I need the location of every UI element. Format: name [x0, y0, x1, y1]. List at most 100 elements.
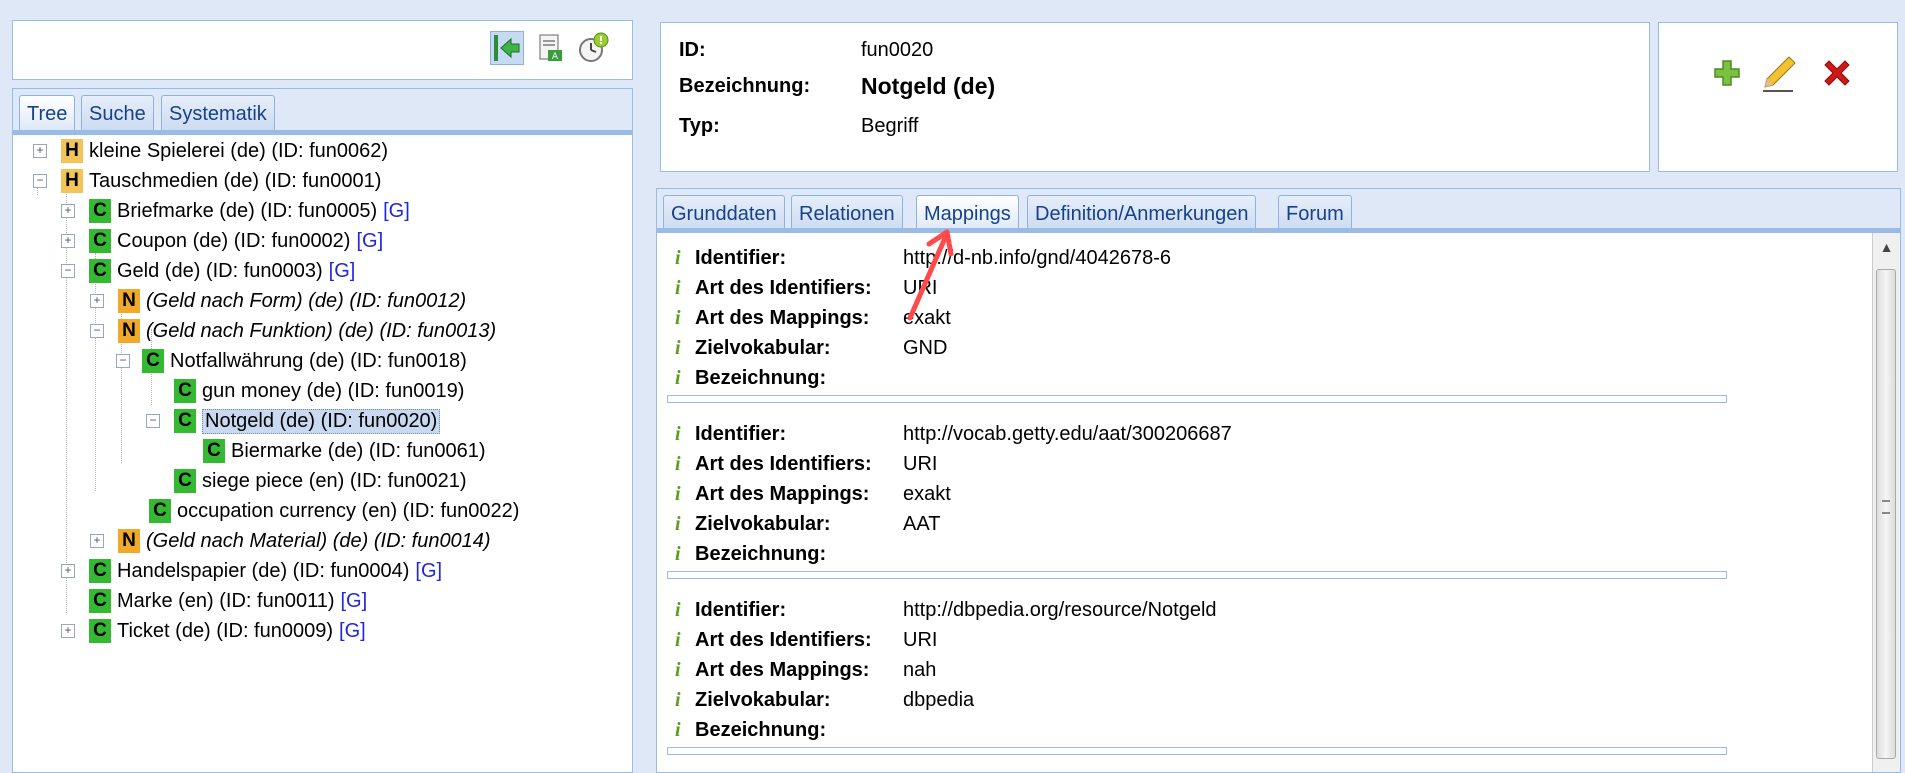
concept-badge-icon: C [174, 379, 196, 403]
vertical-scrollbar[interactable]: ▲ [1872, 233, 1900, 772]
info-icon: i [675, 512, 681, 535]
tree-item[interactable]: C Marke (en) (ID: fun0011) [G] [89, 587, 367, 615]
info-icon: i [675, 452, 681, 475]
mapping-separator [667, 395, 1727, 403]
tree-item[interactable]: − H Tauschmedien (de) (ID: fun0001) [33, 167, 381, 195]
tree-item-label: Handelspapier (de) (ID: fun0004) [117, 559, 410, 582]
expand-icon[interactable]: + [61, 624, 75, 638]
mapping-type-row: i Art des Mappings: nah [675, 658, 937, 681]
scroll-thumb[interactable] [1876, 269, 1896, 759]
edit-button[interactable] [1759, 53, 1799, 93]
delete-button[interactable] [1817, 53, 1857, 93]
mapping-name-row: i Bezeichnung: [675, 366, 827, 389]
info-icon: i [675, 276, 681, 299]
gnd-link[interactable]: [G] [339, 620, 366, 643]
expand-icon[interactable]: + [33, 144, 47, 158]
green-arrow-icon [494, 35, 520, 61]
tree-item-label: Ticket (de) (ID: fun0009) [117, 619, 334, 642]
gnd-link[interactable]: [G] [341, 590, 368, 613]
tree-item[interactable]: − C Notfallwährung (de) (ID: fun0018) [116, 347, 467, 375]
tab-tree[interactable]: Tree [19, 95, 76, 133]
info-icon: i [675, 628, 681, 651]
tree-item-label: (Geld nach Funktion) (de) (ID: fun0013) [146, 319, 497, 342]
concept-badge-icon: C [89, 229, 111, 253]
info-icon: i [675, 658, 681, 681]
gnd-link[interactable]: [G] [383, 200, 410, 223]
tree-item-label: Biermarke (de) (ID: fun0061) [231, 439, 486, 462]
tree-item-label: siege piece (en) (ID: fun0021) [202, 469, 467, 492]
gnd-link[interactable]: [G] [415, 560, 442, 583]
mapping-name-row: i Bezeichnung: [675, 718, 827, 741]
tab-systematik[interactable]: Systematik [161, 95, 275, 133]
collapse-icon[interactable]: − [61, 264, 75, 278]
tree-item[interactable]: + N (Geld nach Form) (de) (ID: fun0012) [90, 287, 466, 315]
collapse-icon[interactable]: − [146, 414, 160, 428]
export-document-button[interactable]: A [533, 31, 567, 65]
concept-badge-icon: C [89, 619, 111, 643]
node-label-badge-icon: N [118, 319, 140, 343]
svg-text:A: A [552, 52, 559, 62]
type-value: Begriff [861, 115, 919, 137]
delete-x-icon [1824, 60, 1850, 86]
tree-item-label: Briefmarke (de) (ID: fun0005) [117, 199, 378, 222]
mapping-identifier-link[interactable]: http://d-nb.info/gnd/4042678-6 [903, 247, 1171, 270]
left-toolbar: A [12, 20, 633, 80]
gnd-link[interactable]: [G] [329, 260, 356, 283]
info-icon: i [675, 482, 681, 505]
info-icon: i [675, 422, 681, 445]
mapping-separator [667, 747, 1727, 755]
tree-item[interactable]: − C Geld (de) (ID: fun0003) [G] [61, 257, 355, 285]
heading-badge-icon: H [61, 139, 83, 163]
actions-panel [1658, 22, 1898, 172]
tree-item[interactable]: + C Ticket (de) (ID: fun0009) [G] [61, 617, 366, 645]
tree-item[interactable]: + C Coupon (de) (ID: fun0002) [G] [61, 227, 383, 255]
tree-item-label: Tauschmedien (de) (ID: fun0001) [89, 169, 382, 192]
tree-item-label: kleine Spielerei (de) (ID: fun0062) [89, 139, 389, 162]
mapping-name-row: i Bezeichnung: [675, 542, 827, 565]
detail-panel: ID: fun0020 Bezeichnung: Notgeld (de) Ty… [660, 22, 1650, 172]
tree-item[interactable]: + C Briefmarke (de) (ID: fun0005) [G] [61, 197, 410, 225]
collapse-icon[interactable]: − [116, 354, 130, 368]
tree-item[interactable]: C gun money (de) (ID: fun0019) [174, 377, 464, 405]
id-label: ID: [679, 39, 706, 61]
expand-icon[interactable]: + [61, 234, 75, 248]
tree-item[interactable]: + N (Geld nach Material) (de) (ID: fun00… [90, 527, 491, 555]
tree-item[interactable]: C Biermarke (de) (ID: fun0061) [203, 437, 486, 465]
expand-icon[interactable]: + [61, 204, 75, 218]
concept-badge-icon: C [174, 409, 196, 433]
add-button[interactable] [1707, 53, 1747, 93]
tree-item[interactable]: + C Handelspapier (de) (ID: fun0004) [G] [61, 557, 442, 585]
concept-badge-icon: C [174, 469, 196, 493]
tree-item-selected[interactable]: − C Notgeld (de) (ID: fun0020) [146, 407, 441, 435]
info-icon: i [675, 306, 681, 329]
expand-icon[interactable]: + [90, 294, 104, 308]
info-icon: i [675, 366, 681, 389]
expand-icon[interactable]: + [90, 534, 104, 548]
id-value: fun0020 [861, 39, 934, 61]
info-icon: i [675, 246, 681, 269]
concept-badge-icon: C [89, 199, 111, 223]
mapping-vocab-row: i Zielvokabular: dbpedia [675, 688, 975, 711]
name-value: Notgeld (de) [861, 73, 996, 99]
mapping-type-row: i Art des Mappings: exakt [675, 306, 951, 329]
tab-suche[interactable]: Suche [81, 95, 154, 133]
mapping-identifier-link[interactable]: http://vocab.getty.edu/aat/300206687 [903, 423, 1232, 446]
panel-splitter[interactable] [641, 0, 655, 773]
mapping-separator [667, 571, 1727, 579]
tree-item[interactable]: − N (Geld nach Funktion) (de) (ID: fun00… [90, 317, 496, 345]
clock-warning-icon [579, 32, 609, 62]
tree-item[interactable]: C siege piece (en) (ID: fun0021) [174, 467, 467, 495]
back-to-tree-button[interactable] [490, 31, 524, 65]
concept-badge-icon: C [89, 589, 111, 613]
tree-item[interactable]: C occupation currency (en) (ID: fun0022) [149, 497, 519, 525]
scroll-up-arrow-icon[interactable]: ▲ [1873, 233, 1900, 261]
mapping-identifier-link[interactable]: http://dbpedia.org/resource/Notgeld [903, 599, 1217, 622]
mappings-panel: i Identifier: http://d-nb.info/gnd/40426… [656, 233, 1901, 773]
collapse-icon[interactable]: − [90, 324, 104, 338]
tree-item-label: Notfallwährung (de) (ID: fun0018) [170, 349, 467, 372]
expand-icon[interactable]: + [61, 564, 75, 578]
collapse-icon[interactable]: − [33, 174, 47, 188]
tree-item[interactable]: + H kleine Spielerei (de) (ID: fun0062) [33, 137, 388, 165]
history-button[interactable] [576, 31, 610, 65]
gnd-link[interactable]: [G] [356, 230, 383, 253]
